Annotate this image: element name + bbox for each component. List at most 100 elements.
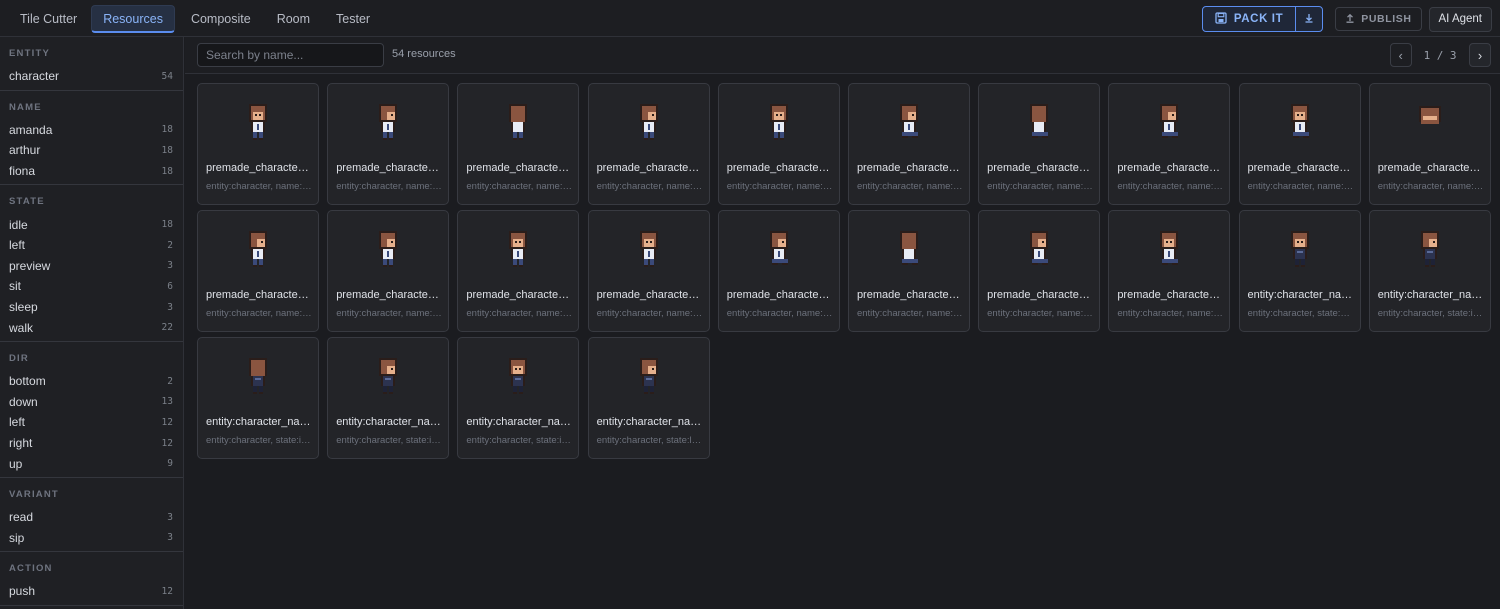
facet-item-idle[interactable]: idle 18 bbox=[0, 214, 183, 235]
facet-item-preview[interactable]: preview 3 bbox=[0, 256, 183, 277]
resource-card[interactable]: premade_character_… entity:character, nam… bbox=[457, 83, 580, 205]
facet-item-character[interactable]: character 54 bbox=[0, 66, 183, 87]
pack-download-button[interactable] bbox=[1296, 7, 1322, 31]
resource-card[interactable]: premade_character_… entity:character, nam… bbox=[978, 83, 1101, 205]
resource-card[interactable]: premade_character_… entity:character, nam… bbox=[457, 210, 580, 332]
publish-button[interactable]: PUBLISH bbox=[1335, 7, 1422, 31]
resource-card[interactable]: premade_character_… entity:character, nam… bbox=[847, 210, 970, 332]
resource-thumbnail bbox=[458, 338, 578, 414]
facet-item-bottom[interactable]: bottom 2 bbox=[0, 371, 183, 392]
facet-item-arthur[interactable]: arthur 18 bbox=[0, 140, 183, 161]
resource-thumbnail bbox=[979, 211, 1099, 287]
resource-toolbar: 54 resources ‹ 1 / 3 › bbox=[185, 37, 1500, 74]
resource-thumbnail bbox=[589, 84, 709, 160]
resource-tags: entity:character, name:… bbox=[466, 308, 572, 319]
facet-item-down[interactable]: down 13 bbox=[0, 392, 183, 413]
resource-thumbnail bbox=[719, 211, 839, 287]
resource-card[interactable]: entity:character_na… entity:character, st… bbox=[197, 337, 319, 459]
resource-card[interactable]: premade_character_… entity:character, nam… bbox=[1108, 83, 1231, 205]
ai-agent-button[interactable]: AI Agent bbox=[1428, 6, 1492, 32]
facet-item-count: 3 bbox=[167, 511, 173, 523]
resource-card[interactable]: premade_character_… entity:character, nam… bbox=[327, 210, 450, 332]
upload-icon bbox=[1345, 13, 1355, 26]
resource-card[interactable]: entity:character_na… entity:character, st… bbox=[587, 337, 710, 459]
resource-card[interactable]: premade_character_… entity:character, nam… bbox=[1108, 210, 1231, 332]
facet-item-left[interactable]: left 2 bbox=[0, 235, 183, 256]
facet-item-up[interactable]: up 9 bbox=[0, 453, 183, 474]
resource-card[interactable]: premade_character_… entity:character, nam… bbox=[717, 210, 840, 332]
resource-card[interactable]: entity:character_na… entity:character, st… bbox=[1238, 210, 1361, 332]
facet-item-label: walk bbox=[9, 320, 34, 335]
facet-item-walk[interactable]: walk 22 bbox=[0, 317, 183, 338]
facet-item-label: fiona bbox=[9, 164, 36, 179]
resource-card[interactable]: premade_character_… entity:character, nam… bbox=[327, 83, 450, 205]
facet-item-left[interactable]: left 12 bbox=[0, 412, 183, 433]
tab-room[interactable]: Room bbox=[265, 5, 322, 33]
tab-tile-cutter[interactable]: Tile Cutter bbox=[8, 5, 89, 33]
resource-name: entity:character_na… bbox=[1247, 289, 1353, 301]
resource-thumbnail bbox=[1240, 84, 1360, 160]
resource-card[interactable]: premade_character_… entity:character, nam… bbox=[717, 83, 840, 205]
facet-item-sit[interactable]: sit 6 bbox=[0, 276, 183, 297]
pack-it-button[interactable]: PACK IT bbox=[1203, 7, 1297, 31]
resource-card[interactable]: premade_character_… entity:character, nam… bbox=[847, 83, 970, 205]
resource-name: premade_character_… bbox=[336, 162, 443, 174]
resource-card[interactable]: premade_character_… entity:character, nam… bbox=[1238, 83, 1361, 205]
resource-card[interactable]: entity:character_na… entity:character, st… bbox=[1368, 210, 1491, 332]
resource-tags: entity:character, name:… bbox=[1377, 181, 1484, 192]
tab-resources[interactable]: Resources bbox=[91, 5, 175, 33]
resource-name: entity:character_na… bbox=[336, 416, 441, 428]
facet-item-count: 3 bbox=[167, 532, 173, 544]
resource-thumbnail bbox=[1370, 211, 1490, 287]
resource-grid: premade_character_… entity:character, nam… bbox=[197, 83, 1497, 459]
search-input[interactable] bbox=[197, 43, 384, 67]
facet-item-push[interactable]: push 12 bbox=[0, 581, 183, 602]
pack-group: PACK IT bbox=[1201, 6, 1324, 32]
facet-item-count: 54 bbox=[161, 70, 173, 82]
resource-thumbnail bbox=[458, 211, 578, 287]
facet-item-label: up bbox=[9, 456, 23, 471]
facet-title: NAME bbox=[9, 101, 42, 113]
resource-tags: entity:character, state:i… bbox=[1377, 308, 1483, 319]
resource-tags: entity:character, name:… bbox=[596, 181, 703, 192]
facet-item-count: 22 bbox=[161, 322, 173, 334]
prev-page-button[interactable]: ‹ bbox=[1389, 43, 1412, 67]
resource-thumbnail bbox=[198, 211, 318, 287]
facet-item-label: left bbox=[9, 238, 26, 253]
resource-tags: entity:character, name:… bbox=[987, 308, 1093, 319]
resource-card[interactable]: premade_character_… entity:character, nam… bbox=[587, 210, 710, 332]
facet-item-right[interactable]: right 12 bbox=[0, 433, 183, 454]
resource-name: premade_character_… bbox=[987, 162, 1094, 174]
tab-tester[interactable]: Tester bbox=[324, 5, 382, 33]
facet-item-label: down bbox=[9, 394, 38, 409]
resource-card[interactable]: premade_character_… entity:character, nam… bbox=[587, 83, 710, 205]
resource-tags: entity:character, name:… bbox=[1247, 181, 1354, 192]
facet-item-sleep[interactable]: sleep 3 bbox=[0, 297, 183, 318]
resource-tags: entity:character, name:… bbox=[336, 308, 442, 319]
facet-item-fiona[interactable]: fiona 18 bbox=[0, 161, 183, 182]
resource-card[interactable]: entity:character_na… entity:character, st… bbox=[327, 337, 450, 459]
facet-item-sip[interactable]: sip 3 bbox=[0, 528, 183, 549]
resource-card[interactable]: premade_character_… entity:character, nam… bbox=[197, 210, 319, 332]
top-bar: Tile Cutter Resources Composite Room Tes… bbox=[0, 0, 1500, 37]
resource-tags: entity:character, name:… bbox=[1117, 181, 1223, 192]
resource-thumbnail bbox=[589, 211, 709, 287]
facet-title: ACTION bbox=[9, 563, 53, 575]
resource-card[interactable]: premade_character_… entity:character, nam… bbox=[978, 210, 1101, 332]
facet-title: STATE bbox=[9, 196, 45, 208]
resource-tags: entity:character, name:… bbox=[596, 308, 703, 319]
resource-card[interactable]: premade_character_… entity:character, nam… bbox=[197, 83, 319, 205]
tab-composite[interactable]: Composite bbox=[179, 5, 263, 33]
facet-item-read[interactable]: read 3 bbox=[0, 507, 183, 528]
resource-card[interactable]: entity:character_na… entity:character, st… bbox=[457, 337, 580, 459]
facet-item-label: amanda bbox=[9, 122, 53, 137]
facet-item-amanda[interactable]: amanda 18 bbox=[0, 120, 183, 141]
page-total: 3 bbox=[1449, 48, 1457, 62]
next-page-button[interactable]: › bbox=[1469, 43, 1491, 67]
resource-name: premade_character_… bbox=[1117, 162, 1224, 174]
resource-card[interactable]: premade_character_… entity:character, nam… bbox=[1368, 83, 1491, 205]
facet-state: STATE idle 18 left 2 preview 3 sit 6 sleep 3 walk 22 bbox=[0, 185, 183, 342]
resource-thumbnail bbox=[719, 84, 839, 160]
facet-item-count: 3 bbox=[167, 260, 173, 272]
facet-item-count: 18 bbox=[161, 219, 173, 231]
